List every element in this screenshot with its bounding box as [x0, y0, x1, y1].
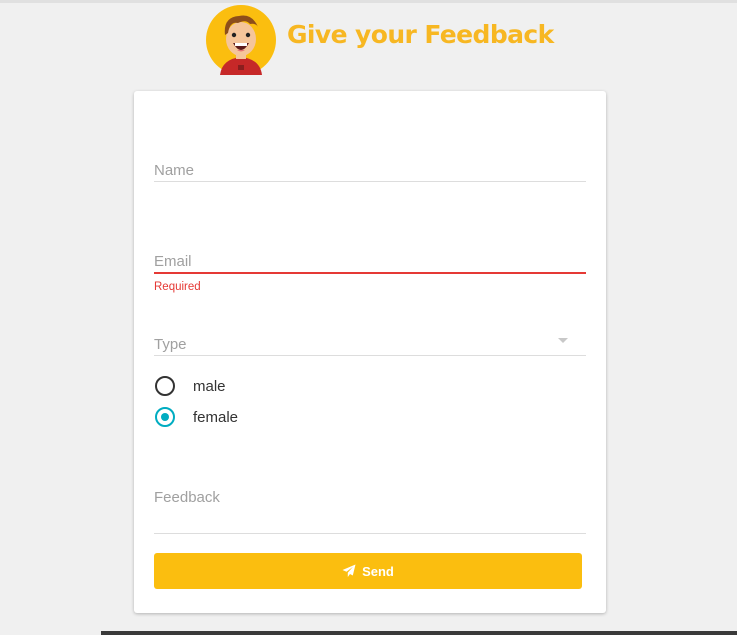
radio-label-female: female [193, 408, 239, 426]
feedback-textarea[interactable]: Feedback [154, 471, 586, 534]
name-field[interactable]: Name [154, 141, 586, 182]
page-title: Give your Feedback [287, 20, 554, 49]
type-select-label: Type [154, 336, 187, 353]
radio-option-female[interactable]: female [155, 406, 238, 428]
email-error-message: Required [154, 281, 201, 293]
name-field-label: Name [154, 162, 195, 179]
radio-button-male[interactable] [155, 376, 175, 396]
radio-label-male: male [193, 377, 226, 395]
radio-option-male[interactable]: male [155, 375, 226, 397]
cartoon-face-icon [206, 5, 276, 75]
email-field[interactable]: Email [154, 231, 586, 274]
radio-button-female[interactable] [155, 407, 175, 427]
feedback-textarea-label: Feedback [154, 489, 220, 506]
chevron-down-icon [558, 338, 568, 343]
feedback-form-card: Name Email Required Type male female Fee… [134, 91, 606, 613]
email-field-label: Email [154, 253, 192, 270]
send-button[interactable]: Send [154, 553, 582, 589]
paper-plane-icon [342, 564, 356, 577]
send-button-label: Send [362, 563, 394, 579]
page-header: Give your Feedback [0, 3, 737, 85]
type-select[interactable]: Type [154, 313, 586, 356]
